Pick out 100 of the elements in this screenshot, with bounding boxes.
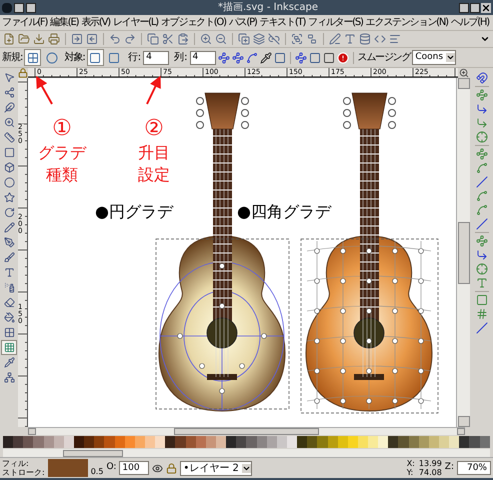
crosshair-icon[interactable] xyxy=(476,131,488,143)
maximize-icon[interactable] xyxy=(470,2,480,12)
nodes-icon[interactable] xyxy=(218,52,230,64)
lock-icon[interactable] xyxy=(18,68,28,78)
square-icon[interactable] xyxy=(476,294,488,306)
square-icon[interactable] xyxy=(322,52,334,64)
tool-button[interactable] xyxy=(1,340,17,355)
xml-editor-icon[interactable] xyxy=(374,33,386,45)
vertical-scrollbar[interactable] xyxy=(456,78,470,427)
caption: ●円グラデ xyxy=(95,201,173,223)
mesh-gradient-button[interactable] xyxy=(24,49,42,66)
zoom-out-icon[interactable] xyxy=(215,33,227,45)
paint-bucket-icon xyxy=(4,312,14,323)
duplicate-icon[interactable] xyxy=(238,33,250,45)
text-icon xyxy=(4,267,14,278)
feather-icon xyxy=(4,102,14,113)
line-icon[interactable] xyxy=(476,176,488,188)
eraser-icon xyxy=(4,297,14,308)
dropdown-icon[interactable] xyxy=(480,34,490,44)
drawing-canvas[interactable]: ① グラデ 種類 ② 升目 設定 ●円グラデ ●四角グラデ xyxy=(28,78,456,427)
printer-icon[interactable] xyxy=(48,33,60,45)
maximize-icon[interactable] xyxy=(26,2,36,12)
stroke-label: ストローク: xyxy=(2,468,45,477)
pen-icon xyxy=(4,237,14,248)
menu-item[interactable]: フィルター(S) xyxy=(308,15,363,30)
eye-icon[interactable] xyxy=(152,462,164,474)
curve-icon[interactable] xyxy=(246,52,258,64)
magnifier-icon xyxy=(4,117,14,128)
smoothing-dropdown[interactable]: Coons xyxy=(412,50,456,65)
curve-icon[interactable] xyxy=(476,204,488,216)
copy-icon[interactable] xyxy=(147,33,159,45)
new-file-icon[interactable] xyxy=(3,33,15,45)
target-label: 対象: xyxy=(64,50,85,65)
zoom-spinbox[interactable]: 70% xyxy=(457,461,491,475)
menu-item[interactable]: オブジェクト(O) xyxy=(160,15,226,30)
pencil-icon xyxy=(4,222,14,233)
import-icon[interactable] xyxy=(71,33,83,45)
window-title: *描画.svg - Inkscape xyxy=(218,0,318,15)
curve-icon[interactable] xyxy=(476,190,488,202)
fill-label: フィル: xyxy=(2,459,30,468)
box-icon xyxy=(4,162,14,173)
crosshair-icon[interactable] xyxy=(476,263,488,275)
square-icon[interactable] xyxy=(308,52,320,64)
corner-icon[interactable] xyxy=(476,249,488,261)
x-label: X: xyxy=(406,459,415,468)
zoom-in-icon[interactable] xyxy=(200,33,212,45)
menu-item[interactable]: レイヤー(L) xyxy=(112,15,158,30)
export-icon[interactable] xyxy=(86,33,98,45)
caret-icon xyxy=(242,464,252,472)
menu-item[interactable]: エクステンション(N) xyxy=(366,15,448,30)
opacity-spinbox[interactable]: 100 xyxy=(119,461,150,475)
rows-spinbox[interactable]: 4 xyxy=(143,50,170,64)
menu-item[interactable]: 編集(E) xyxy=(50,15,78,30)
lock-icon[interactable] xyxy=(166,462,178,474)
corner-icon[interactable] xyxy=(476,103,488,115)
download-icon[interactable] xyxy=(33,33,45,45)
group-icon[interactable] xyxy=(291,33,303,45)
nodes-icon[interactable] xyxy=(476,235,488,247)
x-value: 13.99 xyxy=(418,459,442,468)
menu-item[interactable]: ヘルプ(H) xyxy=(450,15,489,30)
unlink-icon[interactable] xyxy=(268,33,280,45)
ungroup-icon[interactable] xyxy=(306,33,318,45)
annotation-text: 種類 xyxy=(46,164,78,186)
square-icon xyxy=(4,147,14,158)
nodes-icon[interactable] xyxy=(476,148,488,160)
text-icon[interactable] xyxy=(344,33,356,45)
fill-swatch[interactable] xyxy=(48,459,88,477)
corner-icon[interactable] xyxy=(476,117,488,129)
cut-icon[interactable] xyxy=(162,33,174,45)
warning-icon[interactable] xyxy=(336,52,348,64)
menu-item[interactable]: テキスト(T) xyxy=(260,15,306,30)
curve-icon[interactable] xyxy=(476,162,488,174)
minimize-icon[interactable] xyxy=(459,2,469,12)
folder-icon[interactable] xyxy=(18,33,30,45)
text-icon[interactable] xyxy=(476,277,488,289)
columns-spinbox[interactable]: 4 xyxy=(190,50,216,64)
color-palette[interactable] xyxy=(3,436,490,448)
close-icon[interactable] xyxy=(481,2,491,12)
undo-icon[interactable] xyxy=(109,33,121,45)
palette-scrollbar[interactable] xyxy=(3,449,490,457)
radial-gradient-icon xyxy=(46,52,58,64)
menu-item[interactable]: パス(P) xyxy=(228,15,257,30)
magnet-icon[interactable] xyxy=(476,72,488,84)
redo-icon[interactable] xyxy=(124,33,136,45)
menu-item[interactable]: ファイル(F) xyxy=(2,15,48,30)
grid-icon[interactable] xyxy=(476,308,488,320)
horizontal-scrollbar[interactable] xyxy=(28,427,465,435)
paste-icon[interactable] xyxy=(177,33,189,45)
nodes-icon[interactable] xyxy=(294,52,306,64)
square-icon[interactable] xyxy=(274,52,286,64)
nodes-icon[interactable] xyxy=(476,89,488,101)
fill-button[interactable] xyxy=(86,49,104,66)
pipette-icon[interactable] xyxy=(260,52,272,64)
annotation-number: ② xyxy=(144,116,164,142)
menu-item[interactable]: 表示(V) xyxy=(81,15,110,30)
minimize-icon[interactable] xyxy=(14,2,24,12)
nodes-icon[interactable] xyxy=(232,52,244,64)
layer-dropdown[interactable]: •レイヤー 2 xyxy=(180,460,252,476)
line-icon[interactable] xyxy=(476,218,488,230)
zoom-icon[interactable] xyxy=(458,68,470,78)
